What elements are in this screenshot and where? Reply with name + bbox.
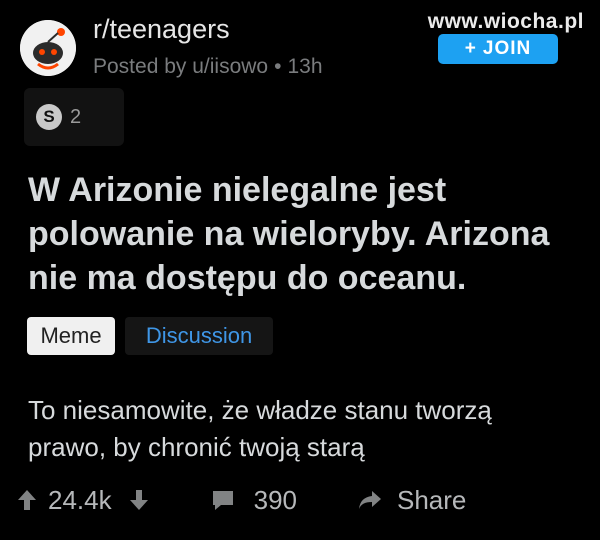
upvote-arrow-icon	[18, 490, 36, 510]
subreddit-avatar[interactable]	[20, 20, 76, 76]
downvote-arrow-icon	[129, 490, 148, 510]
plus-icon: +	[464, 38, 477, 59]
share-label: Share	[397, 484, 467, 515]
flair-meme[interactable]: Meme	[27, 317, 115, 355]
flair-discussion[interactable]: Discussion	[125, 317, 273, 355]
post-actions-bar: 24.4k 390 Share	[14, 478, 586, 522]
meta-separator: •	[274, 55, 282, 78]
posted-by[interactable]: Posted by u/iisowo	[93, 55, 268, 78]
join-label: JOIN	[482, 38, 532, 59]
post-time: 13h	[287, 55, 323, 78]
comments-button[interactable]: 390	[210, 485, 297, 516]
comment-count: 390	[253, 484, 297, 515]
post-body: To niesamowite, że władze stanu tworzą p…	[28, 395, 492, 462]
share-button[interactable]: Share	[357, 485, 466, 516]
comment-icon	[212, 491, 233, 510]
share-arrow-icon	[359, 491, 381, 509]
award-count: 2	[70, 105, 82, 128]
reddit-snoo-icon	[20, 20, 76, 76]
post-title[interactable]: W Arizonie nielegalne jest polowanie na …	[28, 168, 576, 300]
post-meta: Posted by u/iisowo • 13h	[93, 55, 323, 79]
award-badge[interactable]: S 2	[24, 88, 124, 146]
watermark: www.wiocha.pl	[427, 10, 584, 33]
award-icon: S	[36, 104, 62, 130]
vote-score: 24.4k	[48, 484, 112, 515]
downvote-button[interactable]	[128, 488, 150, 512]
subreddit-name[interactable]: r/teenagers	[93, 14, 230, 45]
join-button[interactable]: + JOIN	[438, 34, 558, 64]
upvote-button[interactable]	[16, 488, 38, 512]
